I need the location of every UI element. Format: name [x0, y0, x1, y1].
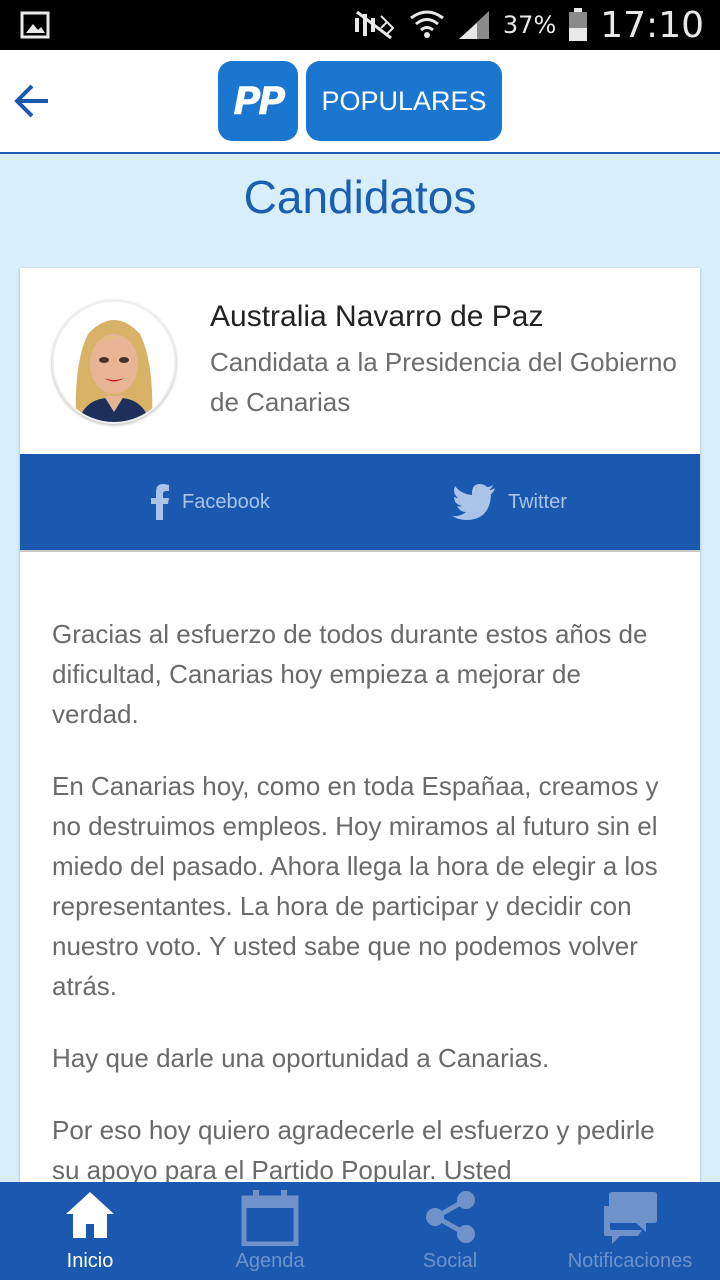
bio-paragraph: En Canarias hoy, como en toda Españaa, c… [52, 771, 659, 1001]
facebook-button[interactable]: Facebook [150, 454, 270, 550]
nav-item-social[interactable]: Social [360, 1182, 540, 1280]
bio-paragraph: Por eso hoy quiero agradecerle el esfuer… [52, 1115, 655, 1185]
twitter-icon [452, 484, 495, 520]
home-icon [66, 1192, 114, 1238]
facebook-icon [151, 484, 169, 520]
app-header: PP POPULARES [0, 50, 720, 154]
back-arrow-icon[interactable] [12, 80, 54, 122]
social-bar: Facebook Twitter [20, 454, 700, 552]
nav-item-agenda[interactable]: Agenda [180, 1182, 360, 1280]
twitter-label: Twitter [508, 490, 567, 513]
status-bar: 37% 17:10 [0, 0, 720, 50]
twitter-button[interactable]: Twitter [452, 454, 567, 550]
battery-percent: 37% [502, 11, 557, 39]
wifi-icon [410, 10, 444, 38]
candidate-card: Australia Navarro de Paz Candidata a la … [20, 268, 700, 1268]
candidate-role: Candidata a la Presidencia del Gobierno … [210, 347, 677, 417]
bio-paragraph: Hay que darle una oportunidad a Canarias… [52, 1043, 550, 1073]
calendar-icon [241, 1190, 299, 1246]
signal-icon [458, 11, 489, 39]
mute-icon [354, 10, 395, 40]
gallery-notification-icon [20, 11, 50, 39]
candidate-photo [54, 302, 174, 422]
nav-item-inicio[interactable]: Inicio [0, 1182, 180, 1280]
logo-text: POPULARES [306, 61, 502, 141]
share-icon [426, 1191, 475, 1243]
candidate-bio: Gracias al esfuerzo de todos durante est… [52, 614, 672, 1222]
facebook-label: Facebook [182, 490, 270, 513]
page-title: Candidatos [243, 171, 477, 223]
nav-label: Inicio [66, 1250, 114, 1272]
bio-paragraph: Gracias al esfuerzo de todos durante est… [52, 619, 648, 729]
chat-icon [604, 1192, 657, 1244]
battery-icon [569, 8, 588, 41]
bottom-navigation: Inicio Agenda Social Notificaciones [0, 1182, 720, 1280]
candidate-avatar [52, 300, 176, 424]
pp-logo: PP POPULARES [218, 61, 502, 141]
clock: 17:10 [600, 4, 704, 46]
candidate-name: Australia Navarro de Paz [210, 300, 544, 333]
nav-label: Social [422, 1250, 478, 1272]
nav-item-notificaciones[interactable]: Notificaciones [540, 1182, 720, 1280]
nav-label: Agenda [235, 1250, 305, 1272]
logo-mark: PP [218, 61, 298, 141]
nav-label: Notificaciones [567, 1250, 693, 1272]
